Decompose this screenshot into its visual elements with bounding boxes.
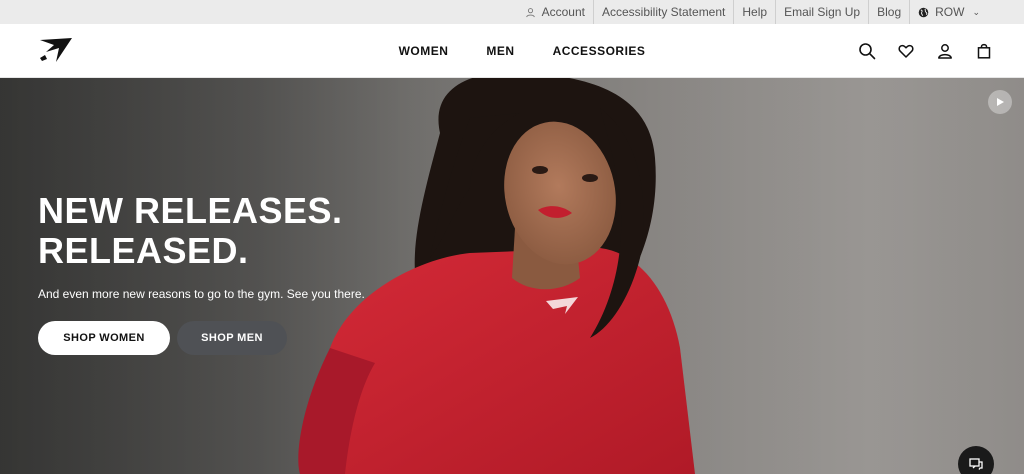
utility-links: Account Accessibility Statement Help Ema… (517, 0, 988, 24)
nav-women[interactable]: WOMEN (399, 44, 449, 58)
region-selector[interactable]: ROW ⌄ (909, 0, 988, 24)
gymshark-logo[interactable] (38, 36, 74, 64)
blog-link[interactable]: Blog (868, 0, 909, 24)
hero-photo (0, 78, 1024, 474)
help-link-label: Help (742, 5, 768, 19)
region-label: ROW (935, 5, 965, 19)
email-sign-up-link[interactable]: Email Sign Up (775, 0, 868, 24)
account-icon[interactable] (935, 41, 955, 61)
hero-subtitle: And even more new reasons to go to the g… (38, 287, 365, 301)
search-icon[interactable] (857, 41, 877, 61)
accessibility-statement-label: Accessibility Statement (601, 5, 726, 19)
globe-icon (918, 7, 929, 17)
blog-link-label: Blog (877, 5, 902, 19)
hero-title: NEW RELEASES. RELEASED. (38, 191, 343, 271)
nav-accessories[interactable]: ACCESSORIES (553, 44, 646, 58)
hero-banner: NEW RELEASES. RELEASED. And even more ne… (0, 78, 1024, 474)
accessibility-statement-link[interactable]: Accessibility Statement (592, 0, 733, 24)
account-link[interactable]: Account (517, 0, 593, 24)
user-icon (525, 7, 535, 17)
main-header: WOMEN MEN ACCESSORIES (0, 24, 1024, 78)
play-video-button[interactable] (988, 90, 1012, 114)
chevron-down-icon: ⌄ (972, 7, 980, 17)
shop-women-button[interactable]: SHOP WOMEN (38, 321, 170, 355)
chat-icon (969, 458, 983, 470)
hero-buttons: SHOP WOMEN SHOP MEN (38, 321, 287, 355)
hero-title-line2: RELEASED. (38, 230, 249, 271)
bag-icon[interactable] (974, 41, 994, 61)
chat-button[interactable] (958, 446, 994, 474)
utility-bar: Account Accessibility Statement Help Ema… (0, 0, 1024, 24)
help-link[interactable]: Help (733, 0, 775, 24)
play-icon (997, 98, 1004, 106)
nav-men[interactable]: MEN (486, 44, 514, 58)
header-icons (857, 24, 994, 78)
hero-title-line1: NEW RELEASES. (38, 190, 343, 231)
shop-men-button[interactable]: SHOP MEN (177, 321, 287, 355)
account-link-label: Account (541, 5, 585, 19)
email-sign-up-label: Email Sign Up (784, 5, 861, 19)
heart-icon[interactable] (896, 41, 916, 61)
